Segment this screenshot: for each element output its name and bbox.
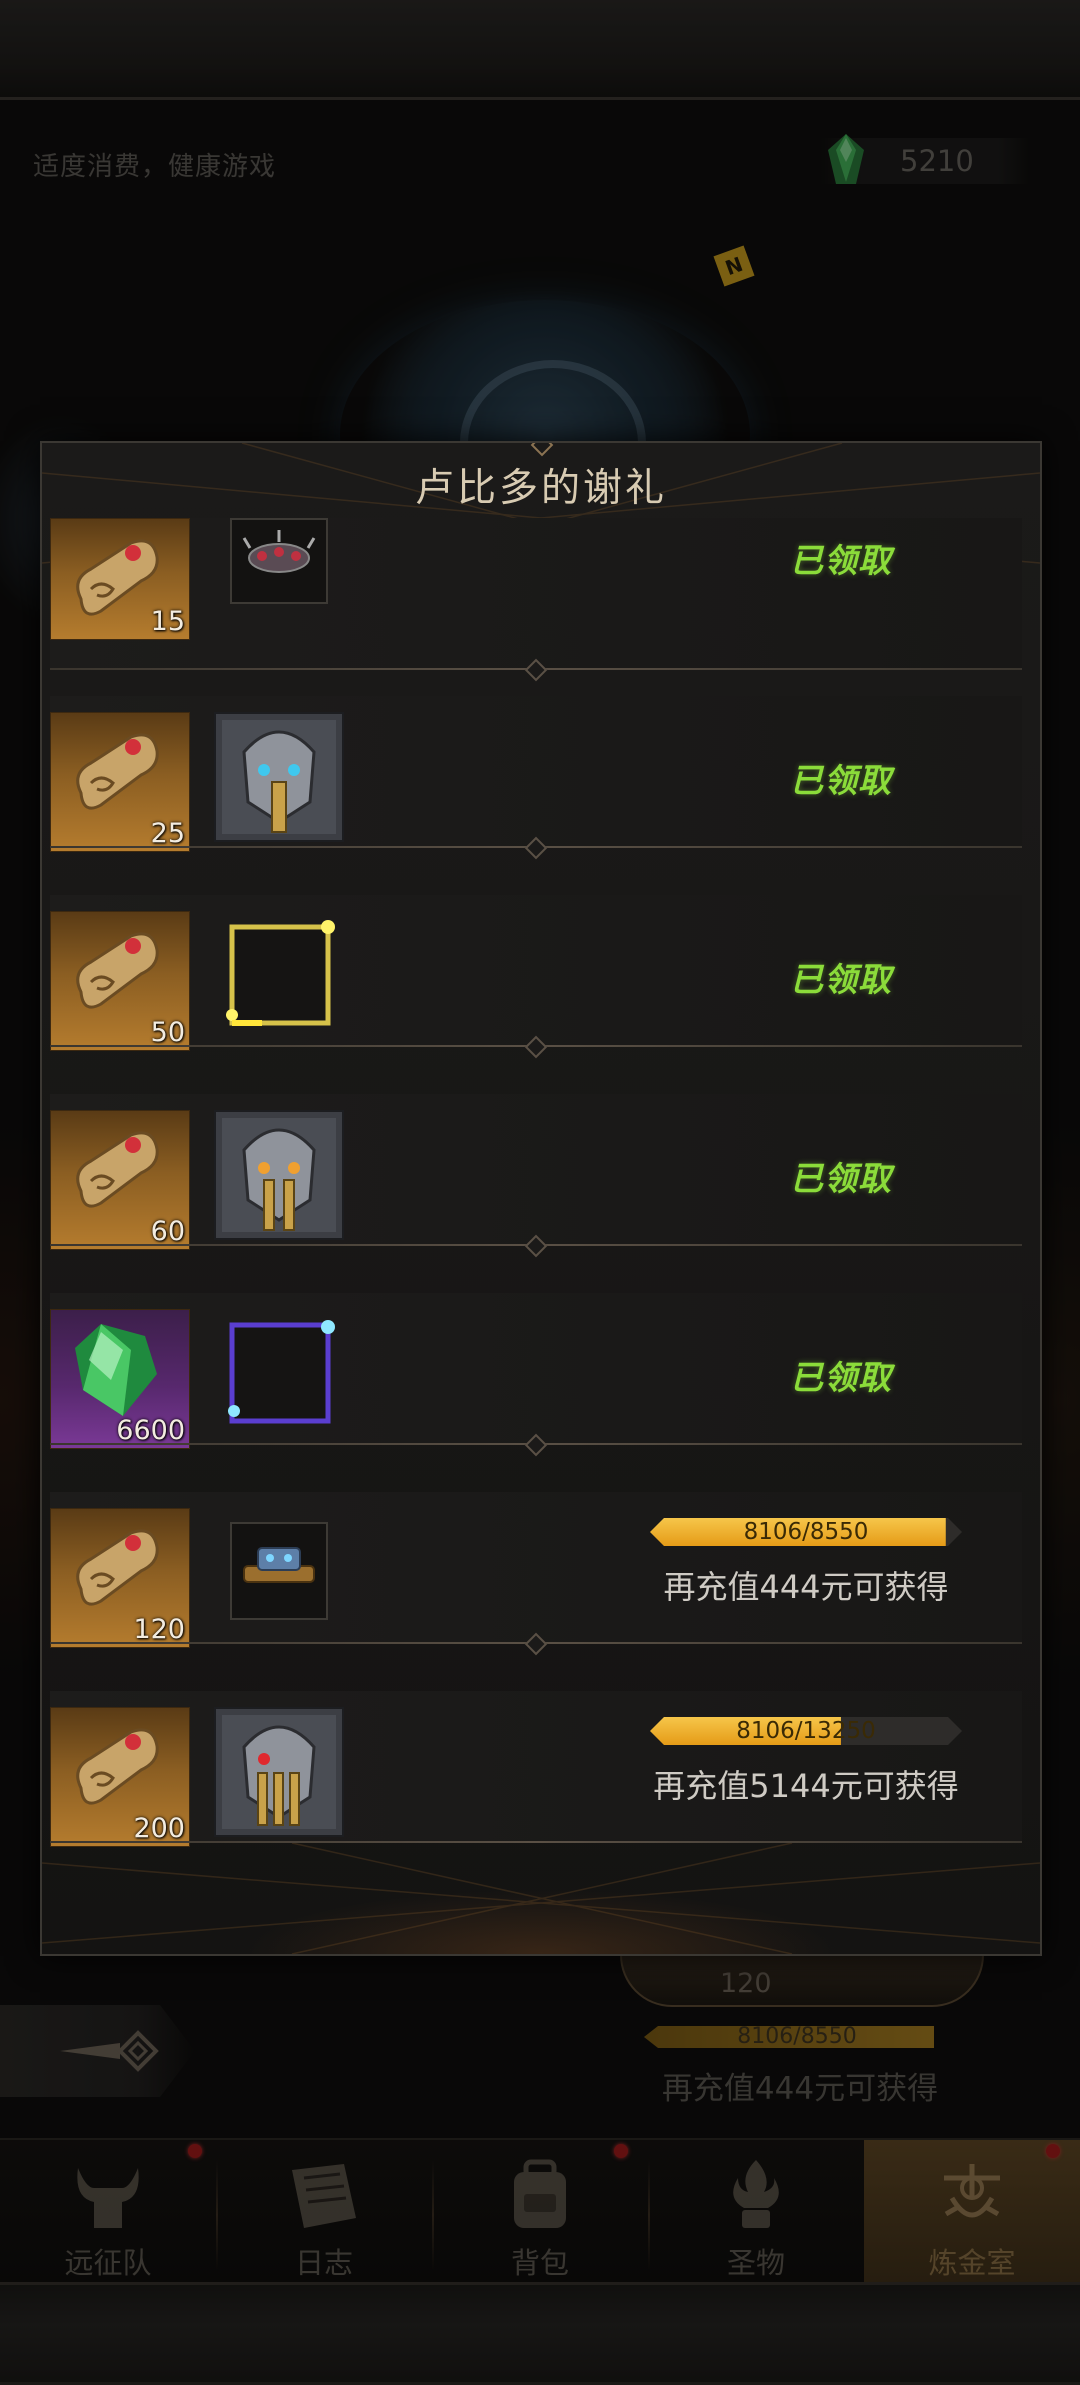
recharge-requirement: 再充值444元可获得 [663, 1568, 949, 1606]
reward-row: 60 已领取 [50, 1094, 1022, 1258]
scroll-icon [76, 1131, 159, 1208]
item-count: 200 [133, 1813, 185, 1844]
reward-row: 15 已领取 [50, 518, 1022, 682]
scroll-icon [76, 1529, 159, 1606]
row-notch-icon [524, 1234, 548, 1258]
scroll-item[interactable]: 15 [50, 518, 190, 640]
reward-modal: 卢比多的谢礼 15 已领取 25 已领取 50 已领取 60 已领取 6600 … [40, 441, 1042, 1956]
progress-text: 8106/13250 [736, 1718, 876, 1744]
modal-title-bar: 卢比多的谢礼 [42, 443, 1040, 525]
item-count: 6600 [116, 1415, 185, 1446]
reward-item[interactable] [214, 712, 344, 842]
item-count: 60 [150, 1216, 185, 1247]
scroll-icon [76, 932, 159, 1009]
reward-row: 6600 已领取 [50, 1293, 1022, 1457]
item-count: 120 [133, 1614, 185, 1645]
spiked-bracelet-icon [230, 518, 328, 604]
reward-row: 200 8106/13250 再充值5144元可获得 [50, 1691, 1022, 1847]
scroll-item[interactable]: 60 [50, 1110, 190, 1250]
gem-item[interactable]: 6600 [50, 1309, 190, 1449]
item-count: 15 [150, 606, 185, 637]
crown-belt-icon [230, 1522, 328, 1620]
reward-item[interactable] [222, 917, 338, 1033]
reward-item[interactable] [230, 1522, 328, 1620]
reward-row: 50 已领取 [50, 895, 1022, 1059]
item-count: 50 [150, 1017, 185, 1048]
scroll-item[interactable]: 25 [50, 712, 190, 852]
reward-row: 120 8106/8550 再充值444元可获得 [50, 1492, 1022, 1656]
reward-item[interactable] [214, 1110, 344, 1240]
row-notch-icon [524, 1035, 548, 1059]
helmet-tier-1-icon [214, 712, 344, 842]
progress-bar: 8106/13250 [650, 1717, 962, 1745]
progress-bar: 8106/8550 [650, 1518, 962, 1546]
claimed-status: 已领取 [790, 1358, 892, 1397]
helmet-tier-2-icon [214, 1110, 344, 1240]
scroll-icon [76, 733, 159, 810]
green-gem-icon [75, 1324, 157, 1416]
progress-text: 8106/8550 [743, 1519, 869, 1545]
helmet-tier-3-icon [214, 1707, 344, 1837]
row-divider [50, 1841, 1022, 1843]
row-notch-icon [524, 836, 548, 860]
row-notch-icon [524, 658, 548, 682]
reward-list[interactable]: 15 已领取 25 已领取 50 已领取 60 已领取 6600 已领取 120… [42, 518, 1040, 1938]
reward-row: 25 已领取 [50, 696, 1022, 860]
item-count: 25 [150, 818, 185, 849]
claimed-status: 已领取 [790, 761, 892, 800]
recharge-requirement: 再充值5144元可获得 [653, 1767, 959, 1805]
reward-item[interactable] [230, 518, 328, 616]
row-notch-icon [524, 1433, 548, 1457]
reward-item[interactable] [214, 1707, 344, 1837]
gold-frame-icon [226, 920, 335, 1026]
purple-frame-icon [228, 1320, 335, 1424]
claimed-status: 已领取 [790, 541, 892, 580]
scroll-item[interactable]: 50 [50, 911, 190, 1051]
row-notch-icon [524, 1632, 548, 1656]
modal-title: 卢比多的谢礼 [414, 466, 667, 511]
scroll-item[interactable]: 120 [50, 1508, 190, 1648]
claimed-status: 已领取 [790, 1159, 892, 1198]
claimed-status: 已领取 [790, 960, 892, 999]
title-ornament-icon [530, 443, 554, 457]
scroll-item[interactable]: 200 [50, 1707, 190, 1847]
reward-item[interactable] [222, 1315, 338, 1431]
scroll-icon [76, 1728, 159, 1805]
